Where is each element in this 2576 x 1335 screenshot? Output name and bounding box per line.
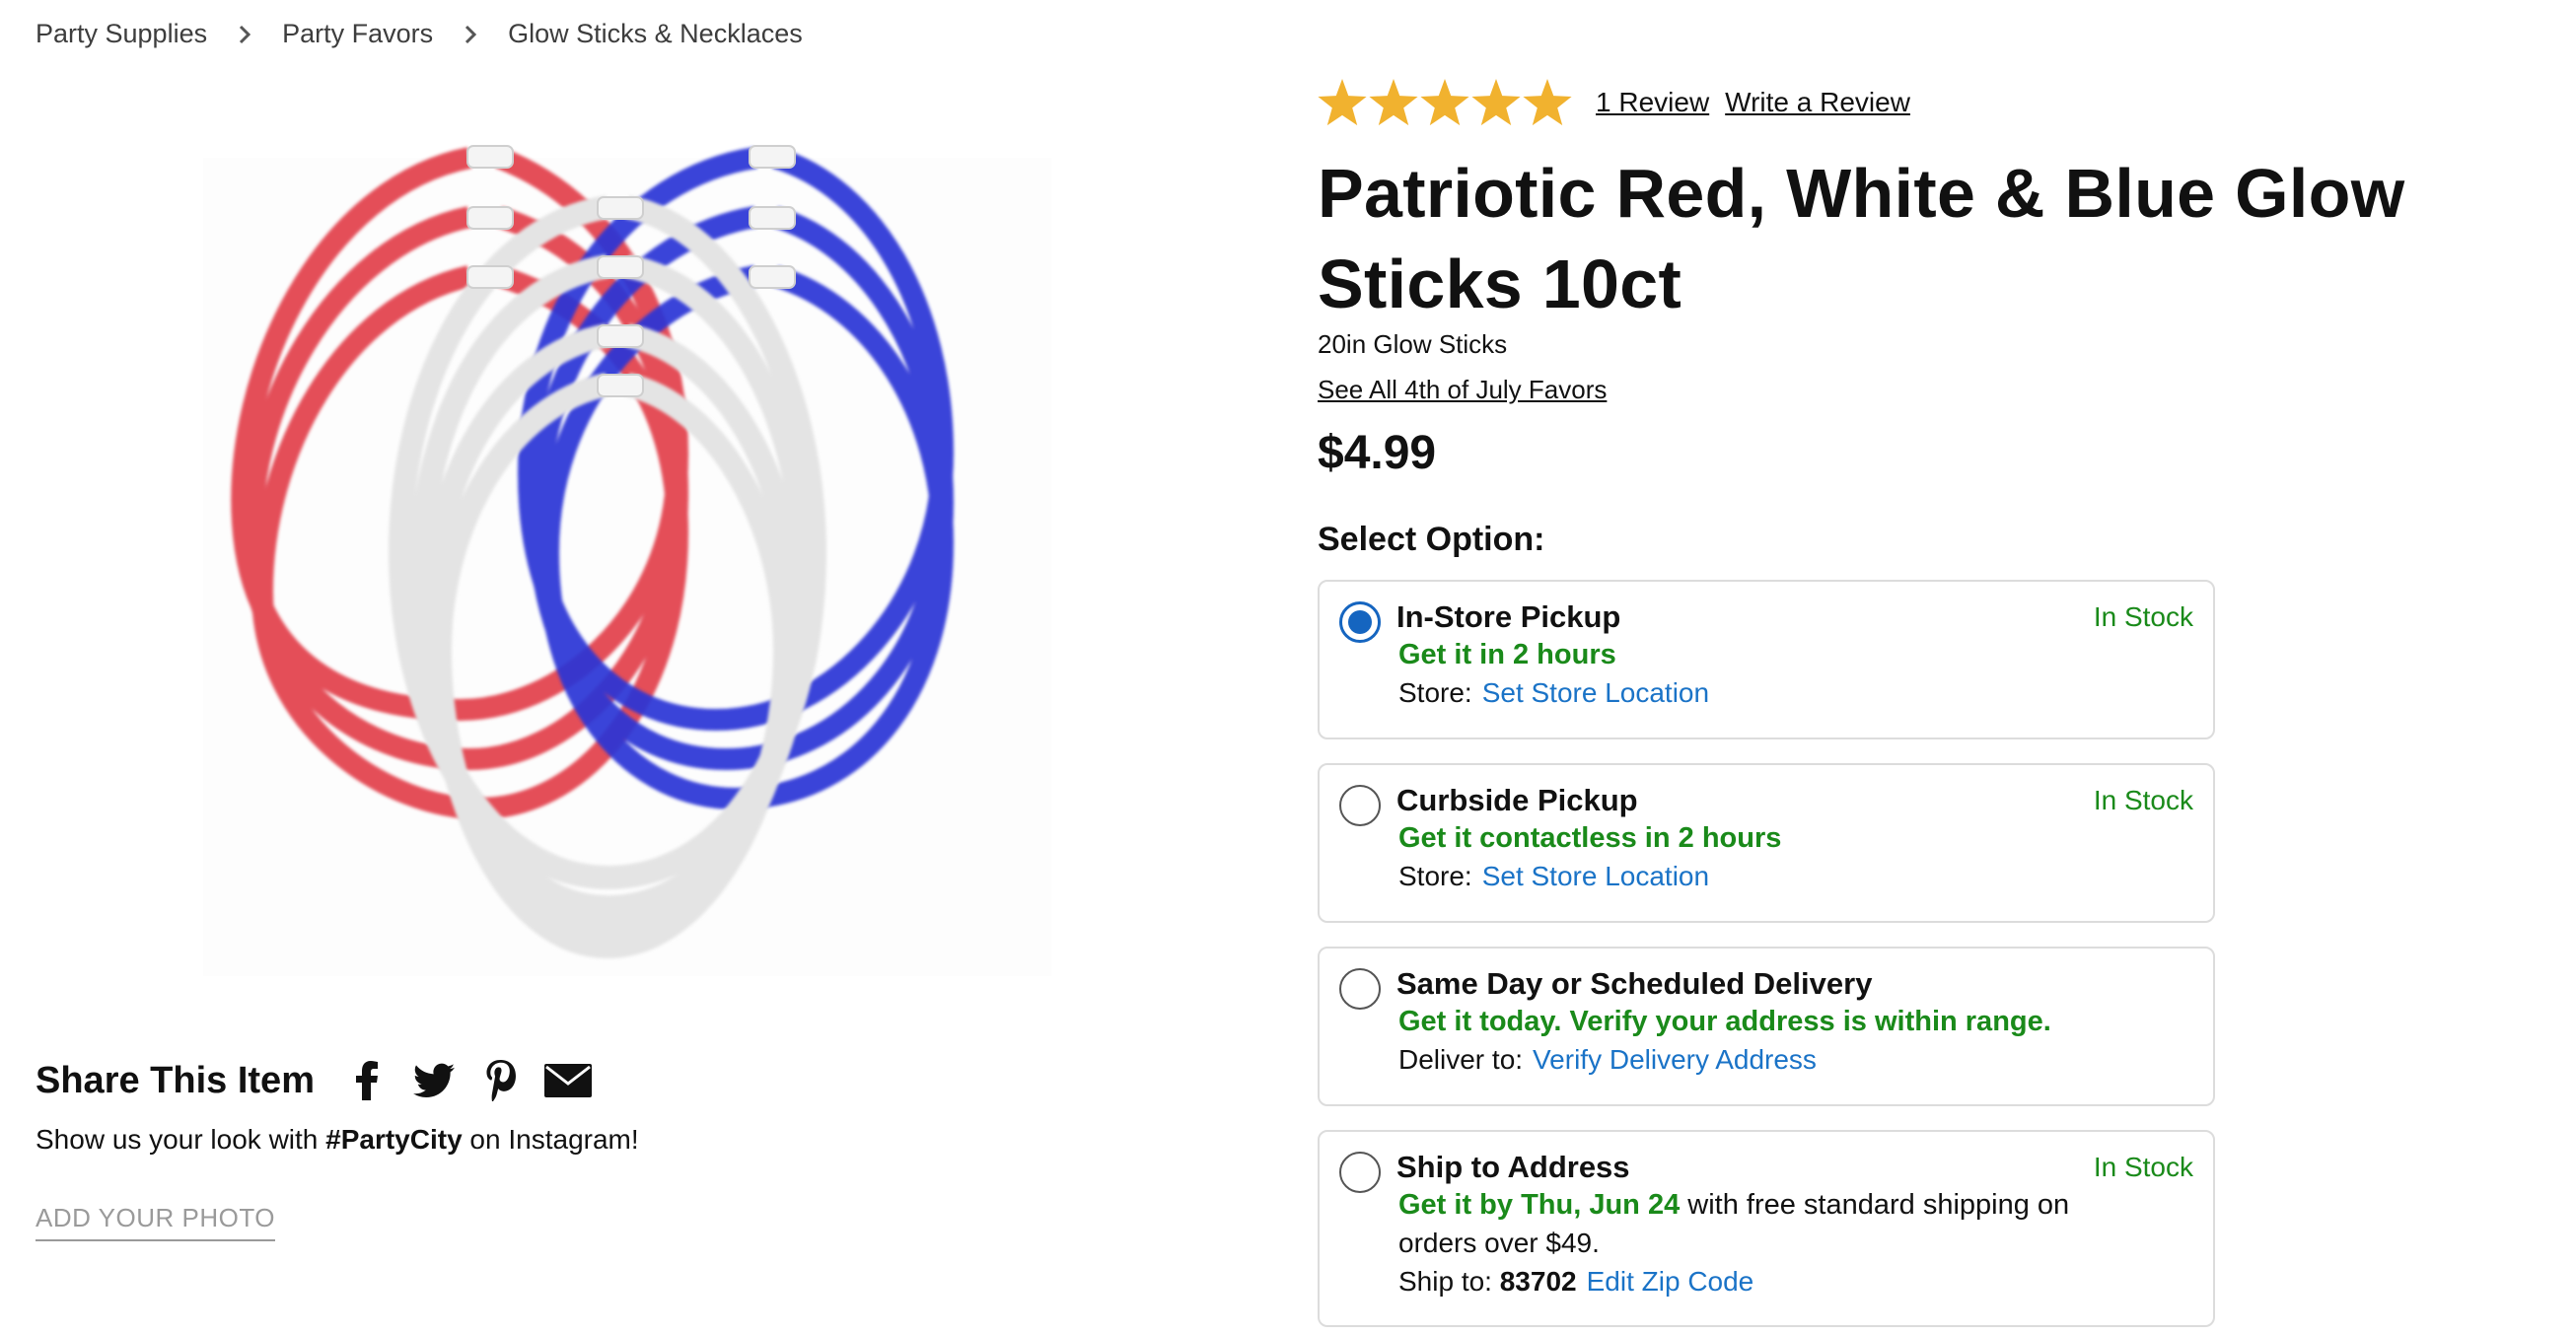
verify-delivery-address-link[interactable]: Verify Delivery Address — [1533, 1044, 1817, 1075]
option-store-line: Store: Set Store Location — [1398, 677, 1709, 709]
radio-in-store-pickup[interactable] — [1339, 601, 1381, 643]
chevron-right-icon — [207, 19, 282, 49]
stock-status: In Stock — [2093, 785, 2193, 815]
star-icon — [1369, 79, 1418, 126]
edit-zip-code-link[interactable]: Edit Zip Code — [1587, 1266, 1754, 1297]
option-eta: Get it contactless in 2 hours — [1398, 822, 1781, 855]
option-title: Curbside Pickup — [1396, 783, 1638, 817]
select-option-label: Select Option: — [1318, 521, 1545, 558]
star-icon — [1420, 79, 1469, 126]
breadcrumb: Party Supplies Party Favors Glow Sticks … — [36, 14, 803, 53]
share-title: Share This Item — [36, 1059, 315, 1101]
facebook-icon[interactable] — [342, 1056, 392, 1105]
star-icon — [1471, 79, 1521, 126]
instagram-callout: Show us your look with #PartyCity on Ins… — [36, 1124, 639, 1156]
deliver-to-label: Deliver to: — [1398, 1044, 1524, 1075]
option-title: Same Day or Scheduled Delivery — [1396, 966, 1873, 1001]
option-eta: Get it in 2 hours — [1398, 639, 1616, 671]
product-price: $4.99 — [1318, 427, 1437, 479]
instagram-prefix: Show us your look with — [36, 1124, 326, 1155]
shipping-note: with free standard shipping on — [1680, 1189, 2070, 1221]
set-store-location-link[interactable]: Set Store Location — [1482, 677, 1709, 708]
option-eta-text: Get it by Thu, Jun 24 — [1398, 1189, 1681, 1221]
instagram-suffix: on Instagram! — [462, 1124, 639, 1155]
breadcrumb-party-favors[interactable]: Party Favors — [282, 19, 433, 49]
star-icon — [1318, 79, 1367, 126]
instagram-hashtag: #PartyCity — [325, 1124, 463, 1155]
option-eta-text: Get it contactless in 2 hours — [1398, 822, 1782, 854]
product-title: Patriotic Red, White & Blue Glow Sticks … — [1318, 155, 2405, 322]
review-count-link[interactable]: 1 Review — [1596, 87, 1709, 118]
option-eta-text: Get it in 2 hours — [1398, 639, 1616, 670]
add-your-photo-link[interactable]: ADD YOUR PHOTO — [36, 1203, 275, 1241]
option-ship-line: Ship to: 83702 Edit Zip Code — [1398, 1266, 1753, 1298]
shipping-threshold: orders over $49. — [1398, 1228, 1600, 1258]
glow-necklaces-illustration — [203, 145, 1051, 976]
breadcrumb-party-supplies[interactable]: Party Supplies — [36, 19, 207, 49]
star-icon — [1523, 79, 1572, 126]
option-title: In-Store Pickup — [1396, 599, 1621, 634]
breadcrumb-glow-sticks[interactable]: Glow Sticks & Necklaces — [508, 19, 803, 49]
stock-status: In Stock — [2093, 601, 2193, 632]
option-in-store-pickup[interactable]: In-Store Pickup In Stock Get it in 2 hou… — [1318, 580, 2215, 739]
option-eta-text: Get it today. Verify your address is wit… — [1398, 1006, 2051, 1037]
option-curbside-pickup[interactable]: Curbside Pickup In Stock Get it contactl… — [1318, 763, 2215, 923]
ship-to-label: Ship to: — [1398, 1266, 1492, 1297]
write-review-link[interactable]: Write a Review — [1725, 87, 1910, 118]
star-rating[interactable] — [1318, 79, 1574, 126]
radio-curbside-pickup[interactable] — [1339, 785, 1381, 826]
option-title: Ship to Address — [1396, 1150, 1630, 1184]
see-all-favors-link[interactable]: See All 4th of July Favors — [1318, 375, 1607, 405]
option-ship-to-address[interactable]: Ship to Address In Stock Get it by Thu, … — [1318, 1130, 2215, 1327]
option-deliver-line: Deliver to: Verify Delivery Address — [1398, 1044, 1817, 1076]
option-eta: Get it today. Verify your address is wit… — [1398, 1006, 2051, 1038]
stock-status: In Stock — [2093, 1152, 2193, 1182]
store-label: Store: — [1398, 677, 1472, 708]
email-icon[interactable] — [543, 1056, 593, 1105]
rating-row: 1 Review Write a Review — [1318, 75, 1910, 130]
store-label: Store: — [1398, 861, 1472, 891]
twitter-icon[interactable] — [409, 1056, 459, 1105]
product-subtitle: 20in Glow Sticks — [1318, 329, 1508, 359]
set-store-location-link[interactable]: Set Store Location — [1482, 861, 1709, 891]
product-image[interactable] — [203, 128, 1051, 976]
share-row: Share This Item — [36, 1053, 610, 1108]
product-details: 1 Review Write a Review Patriotic Red, W… — [1318, 0, 2576, 1335]
zip-code-value: 83702 — [1499, 1266, 1577, 1297]
option-eta: Get it by Thu, Jun 24 with free standard… — [1398, 1189, 2069, 1222]
radio-same-day-delivery[interactable] — [1339, 968, 1381, 1010]
chevron-right-icon — [433, 19, 508, 49]
option-same-day-delivery[interactable]: Same Day or Scheduled Delivery Get it to… — [1318, 947, 2215, 1106]
option-store-line: Store: Set Store Location — [1398, 861, 1709, 892]
radio-ship-to-address[interactable] — [1339, 1152, 1381, 1193]
product-page: Party Supplies Party Favors Glow Sticks … — [0, 0, 2576, 1335]
pinterest-icon[interactable] — [476, 1056, 526, 1105]
